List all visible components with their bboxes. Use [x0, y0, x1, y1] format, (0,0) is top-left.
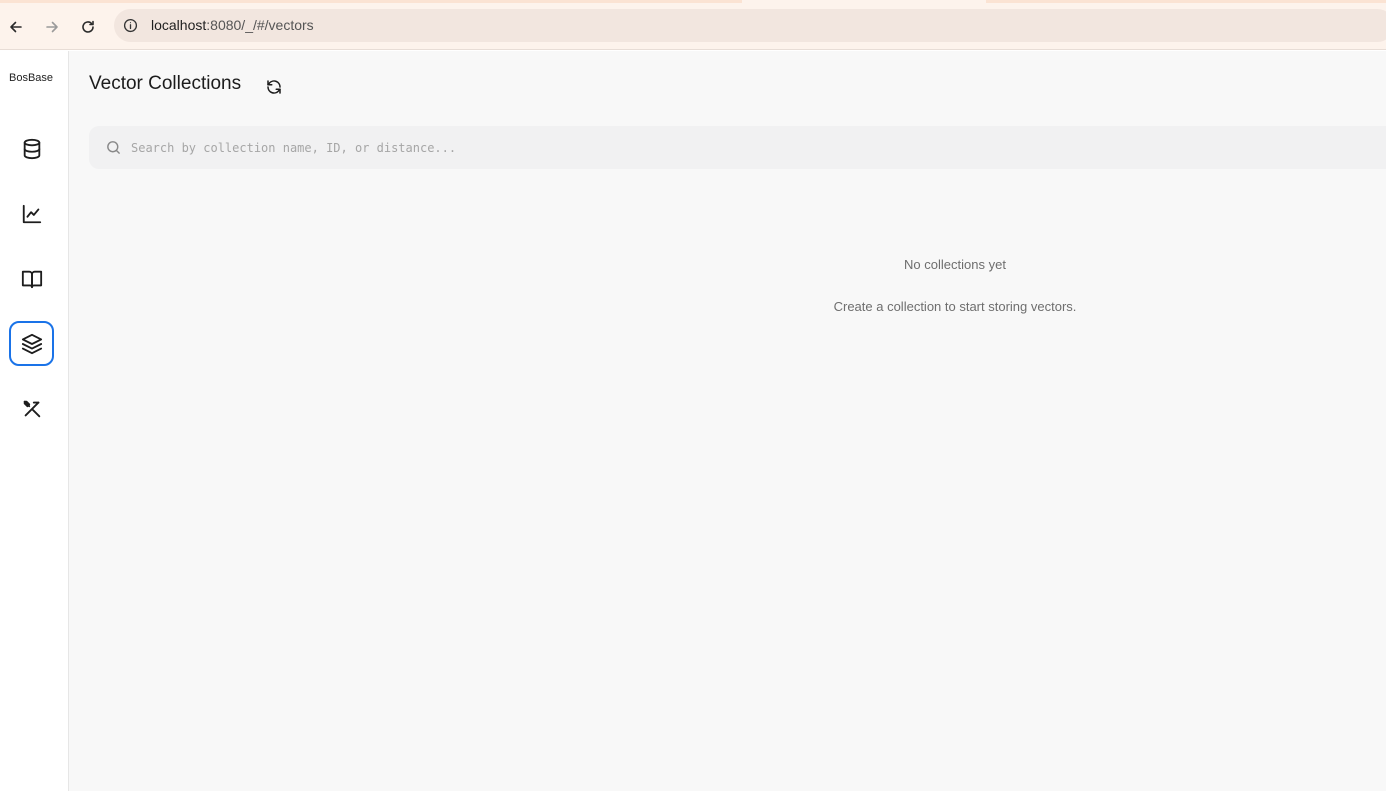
address-bar[interactable]: localhost:8080/_/#/vectors: [114, 9, 1386, 42]
sidebar-item-docs[interactable]: [9, 256, 54, 301]
arrow-right-icon: [46, 21, 58, 33]
arrow-left-icon: [10, 21, 22, 33]
sidebar-item-tools[interactable]: [9, 386, 54, 431]
browser-toolbar: localhost:8080/_/#/vectors: [0, 3, 1386, 50]
site-info-icon[interactable]: [122, 17, 139, 34]
sidebar-item-vectors[interactable]: [9, 321, 54, 366]
book-open-icon: [21, 270, 42, 288]
main-content: Vector Collections No collections yet Cr…: [69, 51, 1386, 791]
sidebar-item-database[interactable]: [9, 126, 54, 171]
brand-logo-text: BosBase: [8, 72, 54, 84]
reload-button[interactable]: [76, 15, 100, 39]
empty-state: No collections yet Create a collection t…: [69, 51, 1386, 791]
back-button[interactable]: [4, 15, 28, 39]
url-text[interactable]: localhost:8080/_/#/vectors: [151, 17, 314, 33]
layers-icon: [21, 333, 42, 354]
reload-icon: [82, 20, 94, 33]
url-host: localhost: [151, 17, 207, 33]
url-path: :8080/_/#/vectors: [206, 17, 314, 33]
sidebar-item-analytics[interactable]: [9, 191, 54, 236]
empty-state-title: No collections yet: [904, 257, 1006, 272]
sidebar: BosBase: [0, 51, 69, 791]
forward-button[interactable]: [40, 15, 64, 39]
chart-line-icon: [22, 204, 41, 223]
empty-state-subtitle: Create a collection to start storing vec…: [833, 299, 1077, 314]
tools-icon: [23, 400, 40, 417]
database-icon: [23, 138, 40, 159]
